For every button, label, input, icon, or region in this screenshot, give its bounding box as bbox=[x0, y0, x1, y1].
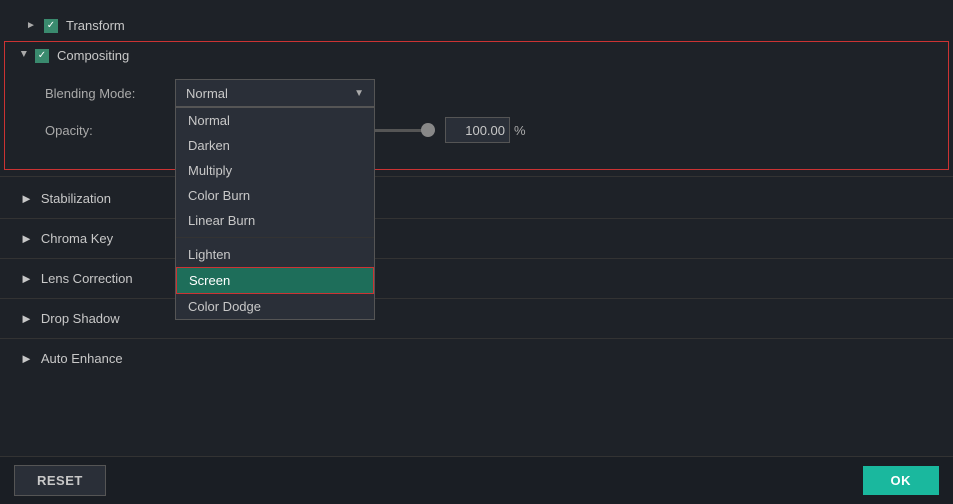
auto-enhance-section[interactable]: ► Auto Enhance bbox=[0, 343, 953, 374]
chroma-key-section[interactable]: ► Chroma Key bbox=[0, 223, 953, 254]
stabilization-section[interactable]: ► Stabilization bbox=[0, 183, 953, 214]
blending-mode-row: Blending Mode: Normal ▼ Normal Darken Mu… bbox=[45, 79, 928, 107]
footer: RESET OK bbox=[0, 456, 953, 504]
reset-button[interactable]: RESET bbox=[14, 465, 106, 496]
blending-mode-dropdown-container: Normal ▼ Normal Darken Multiply Color Bu… bbox=[175, 79, 375, 107]
opacity-slider-thumb[interactable] bbox=[421, 123, 435, 137]
drop-shadow-label: Drop Shadow bbox=[41, 311, 120, 326]
dropdown-separator bbox=[176, 237, 374, 238]
transform-section[interactable]: ► Transform bbox=[4, 12, 949, 39]
auto-enhance-label: Auto Enhance bbox=[41, 351, 123, 366]
stabilization-label: Stabilization bbox=[41, 191, 111, 206]
dropdown-item-screen[interactable]: Screen bbox=[176, 267, 374, 294]
compositing-checkbox[interactable] bbox=[35, 49, 49, 63]
opacity-label: Opacity: bbox=[45, 123, 175, 138]
blending-mode-label: Blending Mode: bbox=[45, 86, 175, 101]
sidebar: ► Transform ► Compositing Blending Mode: bbox=[0, 0, 953, 456]
drop-shadow-arrow: ► bbox=[20, 311, 33, 326]
lens-correction-arrow: ► bbox=[20, 271, 33, 286]
dropdown-item-normal[interactable]: Normal bbox=[176, 108, 374, 133]
ok-button[interactable]: OK bbox=[863, 466, 940, 495]
auto-enhance-arrow: ► bbox=[20, 351, 33, 366]
lens-correction-section[interactable]: ► Lens Correction bbox=[0, 263, 953, 294]
dropdown-item-multiply[interactable]: Multiply bbox=[176, 158, 374, 183]
lens-correction-label: Lens Correction bbox=[41, 271, 133, 286]
compositing-header[interactable]: ► Compositing bbox=[5, 42, 948, 69]
chroma-key-label: Chroma Key bbox=[41, 231, 113, 246]
drop-shadow-section[interactable]: ► Drop Shadow bbox=[0, 303, 953, 334]
opacity-unit: % bbox=[514, 123, 526, 138]
dropdown-item-darken[interactable]: Darken bbox=[176, 133, 374, 158]
chroma-key-arrow: ► bbox=[20, 231, 33, 246]
compositing-section: ► Compositing Blending Mode: Normal ▼ bbox=[4, 41, 949, 170]
blending-mode-value: Normal bbox=[186, 86, 228, 101]
sep-2 bbox=[0, 258, 953, 259]
sep-4 bbox=[0, 338, 953, 339]
opacity-input[interactable] bbox=[445, 117, 510, 143]
sep-1 bbox=[0, 218, 953, 219]
transform-label: Transform bbox=[66, 18, 125, 33]
stabilization-arrow: ► bbox=[20, 191, 33, 206]
dropdown-chevron-icon: ▼ bbox=[354, 88, 364, 99]
dropdown-item-color-burn[interactable]: Color Burn bbox=[176, 183, 374, 208]
compositing-label: Compositing bbox=[57, 48, 129, 63]
blending-mode-dropdown[interactable]: Normal ▼ bbox=[175, 79, 375, 107]
compositing-arrow: ► bbox=[15, 49, 29, 63]
main-panel: ► Transform ► Compositing Blending Mode: bbox=[0, 0, 953, 504]
dropdown-item-lighten[interactable]: Lighten bbox=[176, 242, 374, 267]
dropdown-item-linear-burn[interactable]: Linear Burn bbox=[176, 208, 374, 233]
blending-mode-menu: Normal Darken Multiply Color Burn Linear… bbox=[175, 107, 375, 320]
transform-checkbox[interactable] bbox=[44, 19, 58, 33]
sep-3 bbox=[0, 298, 953, 299]
content-area: ► Transform ► Compositing Blending Mode: bbox=[0, 0, 953, 456]
dropdown-item-color-dodge[interactable]: Color Dodge bbox=[176, 294, 374, 319]
opacity-value-container: % bbox=[445, 117, 526, 143]
main-separator bbox=[0, 176, 953, 177]
compositing-content: Blending Mode: Normal ▼ Normal Darken Mu… bbox=[5, 69, 948, 169]
transform-arrow: ► bbox=[24, 19, 38, 33]
